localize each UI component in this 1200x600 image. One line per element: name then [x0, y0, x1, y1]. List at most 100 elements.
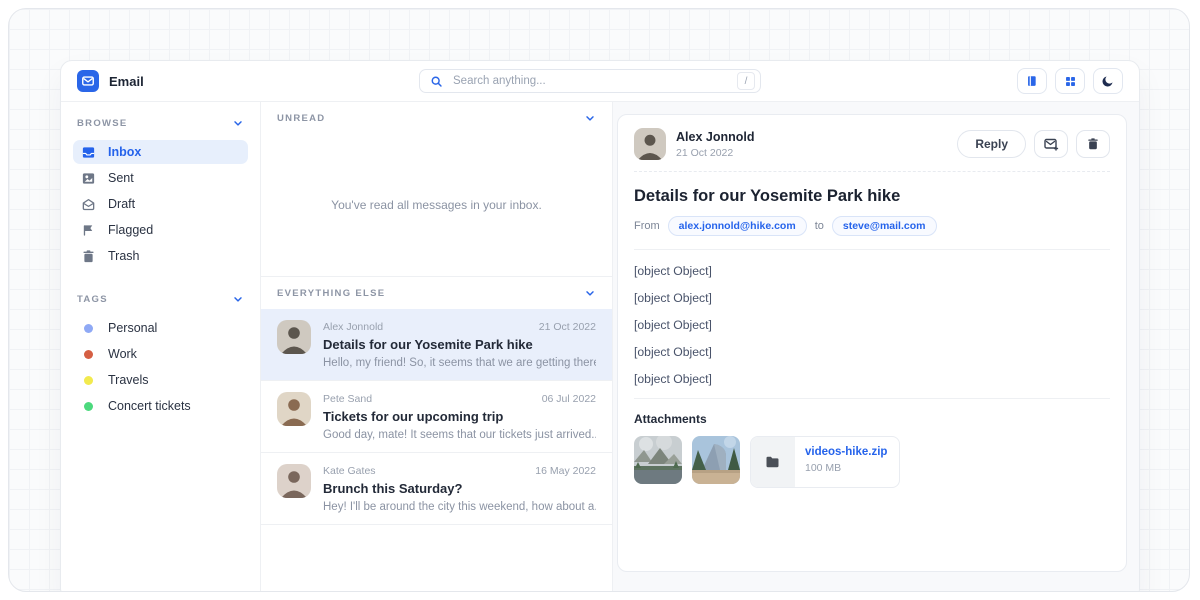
- email-body-paragraph: [object Object]: [634, 263, 1110, 280]
- email-date: 06 Jul 2022: [542, 393, 596, 405]
- attachment-image-yosemite-valley[interactable]: [634, 436, 682, 484]
- sidebar: BROWSE Inbox: [61, 102, 261, 592]
- sidebar-item-draft[interactable]: Draft: [73, 192, 248, 216]
- chevron-down-icon[interactable]: [584, 112, 596, 124]
- sidebar-tag-item[interactable]: Personal: [73, 316, 248, 340]
- attachment-image-half-dome[interactable]: [692, 436, 740, 484]
- email-subject: Tickets for our upcoming trip: [323, 409, 596, 424]
- reader-sender-name: Alex Jonnold: [676, 130, 754, 144]
- to-address-pill[interactable]: steve@mail.com: [832, 216, 937, 236]
- sent-icon: [81, 171, 96, 186]
- dark-mode-toggle[interactable]: [1093, 68, 1123, 94]
- sidebar-item-inbox[interactable]: Inbox: [73, 140, 248, 164]
- sidebar-tag-item[interactable]: Concert tickets: [73, 394, 248, 418]
- tag-color-dot: [84, 402, 93, 411]
- sidebar-tag-item[interactable]: Work: [73, 342, 248, 366]
- reading-list-button[interactable]: [1017, 68, 1047, 94]
- email-list-item[interactable]: Kate Gates 16 May 2022 Brunch this Satur…: [261, 453, 612, 525]
- book-icon: [1025, 74, 1039, 88]
- mark-unread-button[interactable]: [1034, 130, 1068, 158]
- email-preview: Good day, mate! It seems that our ticket…: [323, 429, 596, 441]
- chevron-down-icon[interactable]: [232, 117, 244, 129]
- email-list: Alex Jonnold 21 Oct 2022 Details for our…: [261, 309, 612, 525]
- tag-color-dot: [84, 324, 93, 333]
- email-body: [object Object] [object Object] [object …: [634, 263, 1110, 388]
- reply-button[interactable]: Reply: [957, 130, 1026, 158]
- tag-list: Personal Work Travels: [73, 316, 248, 418]
- email-sender: Pete Sand: [323, 393, 372, 405]
- sidebar-item-label: Trash: [108, 249, 140, 263]
- email-date: 21 Oct 2022: [539, 321, 596, 333]
- file-name-link[interactable]: videos-hike.zip: [805, 446, 887, 458]
- email-preview: Hey! I'll be around the city this weeken…: [323, 501, 596, 513]
- reader-subject: Details for our Yosemite Park hike: [634, 187, 1110, 206]
- search-shortcut-key: /: [737, 72, 755, 90]
- email-list-item[interactable]: Alex Jonnold 21 Oct 2022 Details for our…: [261, 309, 612, 381]
- everything-else-heading: EVERYTHING ELSE: [277, 288, 385, 299]
- main-content: BROWSE Inbox: [61, 102, 1139, 592]
- search-input[interactable]: [451, 74, 729, 88]
- sidebar-item-flagged[interactable]: Flagged: [73, 218, 248, 242]
- mail-plus-icon: [1043, 136, 1059, 152]
- delete-button[interactable]: [1076, 130, 1110, 158]
- trash-icon: [81, 249, 96, 264]
- reader-date: 21 Oct 2022: [676, 147, 754, 159]
- email-list-column: UNREAD You've read all messages in your …: [261, 102, 613, 592]
- email-sender: Alex Jonnold: [323, 321, 383, 333]
- chevron-down-icon[interactable]: [584, 287, 596, 299]
- email-body-paragraph: [object Object]: [634, 344, 1110, 361]
- chevron-down-icon[interactable]: [232, 293, 244, 305]
- email-list-item[interactable]: Pete Sand 06 Jul 2022 Tickets for our up…: [261, 381, 612, 453]
- reader-header: Alex Jonnold 21 Oct 2022 Reply: [634, 128, 1110, 172]
- email-subject: Brunch this Saturday?: [323, 481, 596, 496]
- sidebar-item-sent[interactable]: Sent: [73, 166, 248, 190]
- sidebar-item-label: Flagged: [108, 223, 153, 237]
- moon-icon: [1101, 74, 1115, 88]
- sender-avatar: [277, 320, 311, 354]
- inbox-icon: [81, 145, 96, 160]
- email-body-paragraph: [object Object]: [634, 371, 1110, 388]
- email-app-window: Email /: [60, 60, 1140, 592]
- grid-icon: [1064, 75, 1077, 88]
- everything-else-section-header: EVERYTHING ELSE: [261, 276, 612, 309]
- attachment-file-card[interactable]: videos-hike.zip 100 MB: [750, 436, 900, 488]
- from-label: From: [634, 220, 660, 232]
- reader-addresses: From alex.jonnold@hike.com to steve@mail…: [634, 216, 1110, 236]
- app-brand: Email: [77, 70, 273, 92]
- email-body-paragraph: [object Object]: [634, 290, 1110, 307]
- attachments-row: videos-hike.zip 100 MB: [634, 436, 1110, 488]
- reader-pane: Alex Jonnold 21 Oct 2022 Reply: [613, 102, 1139, 592]
- email-date: 16 May 2022: [535, 465, 596, 477]
- sender-avatar: [634, 128, 666, 160]
- sidebar-item-label: Draft: [108, 197, 135, 211]
- tag-label: Concert tickets: [108, 399, 191, 413]
- unread-section-header: UNREAD: [261, 102, 612, 134]
- tags-heading: TAGS: [77, 294, 108, 305]
- sidebar-tag-item[interactable]: Travels: [73, 368, 248, 392]
- draft-icon: [81, 197, 96, 212]
- sidebar-item-trash[interactable]: Trash: [73, 244, 248, 268]
- sender-avatar: [277, 464, 311, 498]
- search-icon: [430, 75, 443, 88]
- reader-actions: Reply: [957, 130, 1110, 158]
- browse-heading: BROWSE: [77, 118, 128, 129]
- tag-label: Work: [108, 347, 137, 361]
- tag-color-dot: [84, 376, 93, 385]
- from-address-pill[interactable]: alex.jonnold@hike.com: [668, 216, 807, 236]
- email-subject: Details for our Yosemite Park hike: [323, 337, 596, 352]
- divider: [634, 249, 1110, 250]
- page-background-frame: Email /: [8, 8, 1190, 592]
- folder-icon: [751, 437, 795, 487]
- apps-grid-button[interactable]: [1055, 68, 1085, 94]
- file-size: 100 MB: [805, 462, 887, 474]
- attachments-heading: Attachments: [634, 412, 1110, 426]
- to-label: to: [815, 220, 824, 232]
- email-reader-card: Alex Jonnold 21 Oct 2022 Reply: [617, 114, 1127, 572]
- email-logo-icon: [77, 70, 99, 92]
- tag-label: Personal: [108, 321, 157, 335]
- search-bar[interactable]: /: [419, 69, 761, 93]
- reader-sender-block: Alex Jonnold 21 Oct 2022: [676, 130, 754, 159]
- browse-section-header: BROWSE: [73, 112, 248, 134]
- tag-label: Travels: [108, 373, 149, 387]
- tag-color-dot: [84, 350, 93, 359]
